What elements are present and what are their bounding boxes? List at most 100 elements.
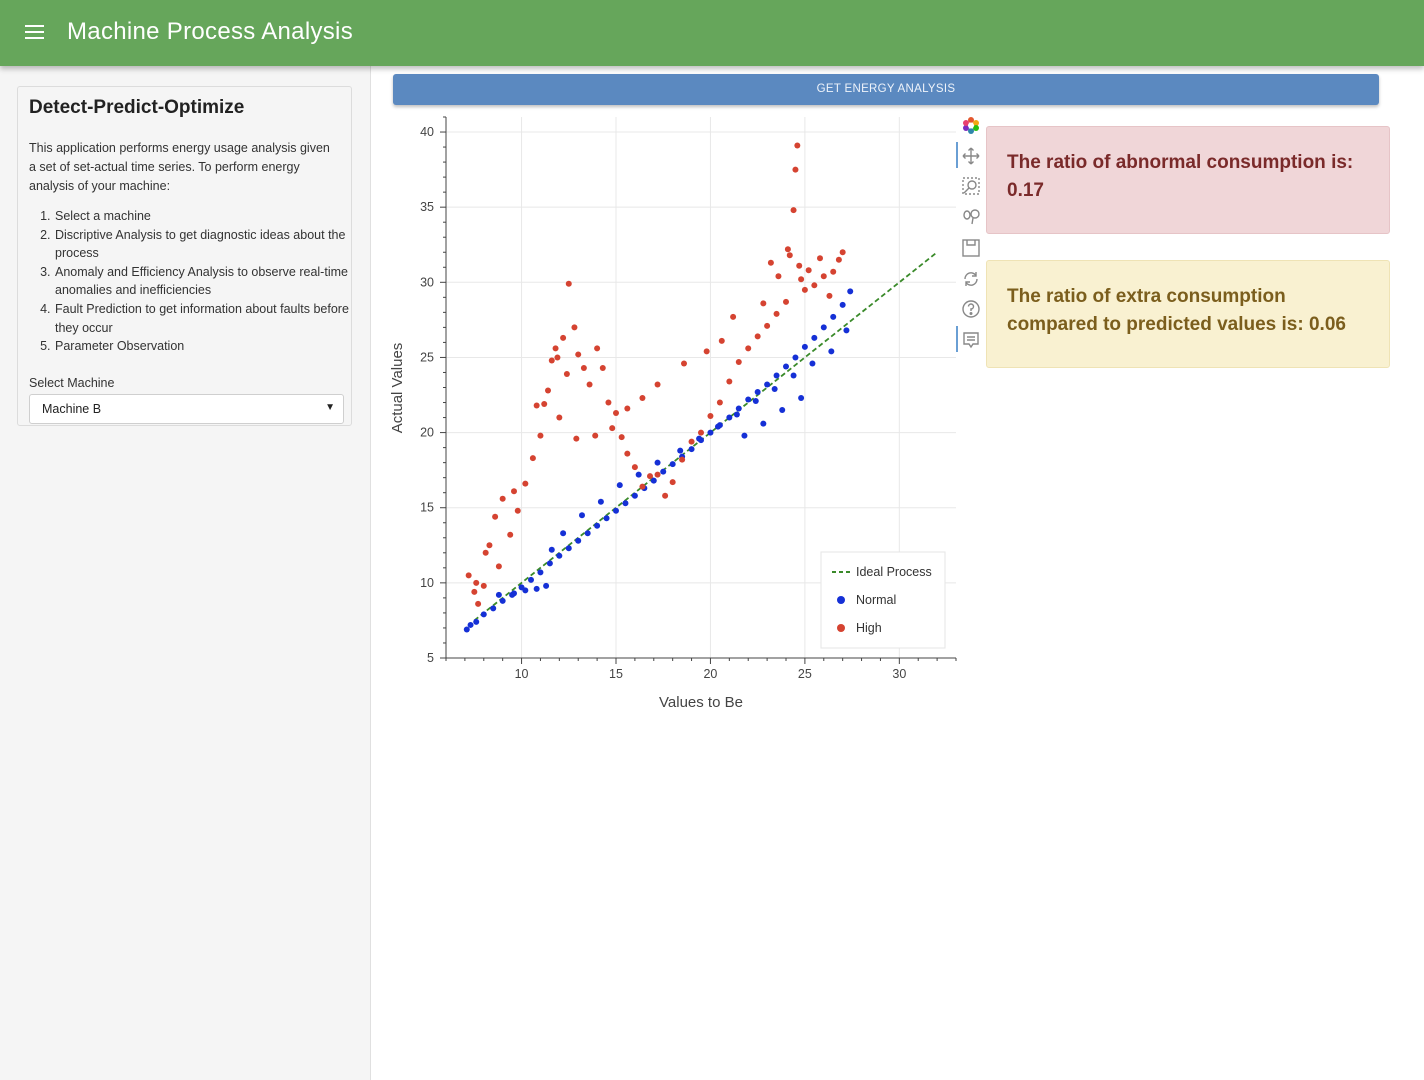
high-point bbox=[594, 345, 601, 352]
machine-select-value: Machine B bbox=[42, 402, 102, 416]
step-item: Parameter Observation bbox=[54, 337, 374, 356]
normal-point bbox=[631, 492, 638, 499]
high-point bbox=[790, 207, 797, 214]
y-tick-label: 30 bbox=[420, 275, 434, 289]
normal-point bbox=[830, 313, 837, 320]
high-point bbox=[473, 579, 480, 586]
normal-point bbox=[546, 560, 553, 567]
high-point bbox=[522, 480, 529, 487]
high-point bbox=[573, 435, 580, 442]
normal-point bbox=[660, 468, 667, 475]
scatter-plot[interactable]: 10 15 20 25 30 5 10 15 20 25 30 35 40 Values to Be A… bbox=[380, 110, 960, 720]
high-point bbox=[820, 273, 827, 280]
normal-point bbox=[499, 597, 506, 604]
pan-icon[interactable] bbox=[960, 145, 982, 167]
normal-point bbox=[522, 587, 529, 594]
normal-point bbox=[847, 288, 854, 295]
high-point bbox=[726, 378, 733, 385]
high-point bbox=[471, 588, 478, 595]
help-icon[interactable] bbox=[960, 298, 982, 320]
normal-point bbox=[613, 507, 619, 514]
normal-point bbox=[495, 591, 502, 598]
high-point bbox=[681, 360, 687, 367]
high-point bbox=[475, 600, 482, 607]
normal-point bbox=[622, 500, 629, 507]
high-point bbox=[805, 267, 812, 274]
high-point bbox=[533, 402, 540, 409]
normal-point bbox=[820, 324, 827, 331]
normal-point bbox=[560, 530, 567, 537]
high-point bbox=[639, 395, 646, 402]
y-tick-label: 35 bbox=[420, 200, 434, 214]
normal-point bbox=[565, 545, 572, 552]
high-point bbox=[830, 268, 837, 275]
get-energy-analysis-button[interactable]: GET ENERGY ANALYSIS bbox=[393, 74, 1379, 105]
y-tick-label: 15 bbox=[420, 501, 434, 515]
caret-down-icon: ▼ bbox=[325, 402, 335, 413]
normal-point bbox=[533, 585, 540, 592]
step-item: Select a machine bbox=[54, 207, 374, 226]
plot-toolbar bbox=[956, 112, 986, 362]
legend-swatch-high bbox=[837, 624, 845, 632]
high-point bbox=[482, 549, 489, 556]
y-tick-label: 25 bbox=[420, 350, 434, 364]
high-point bbox=[792, 166, 799, 173]
high-point bbox=[580, 364, 587, 371]
box-zoom-icon[interactable] bbox=[960, 175, 982, 197]
normal-point bbox=[669, 461, 676, 468]
high-point bbox=[662, 492, 669, 499]
normal-point bbox=[584, 530, 591, 537]
normal-point bbox=[779, 407, 786, 414]
hover-tool-active-indicator bbox=[956, 326, 958, 352]
high-point bbox=[760, 300, 767, 307]
app-title: Machine Process Analysis bbox=[67, 18, 353, 45]
extra-consumption-alert: The ratio of extra consumption compared … bbox=[986, 260, 1390, 368]
high-point bbox=[631, 464, 638, 471]
normal-point bbox=[809, 360, 816, 367]
bokeh-logo-icon[interactable] bbox=[960, 114, 982, 136]
y-tick-label: 10 bbox=[420, 576, 434, 590]
step-item: Anomaly and Efficiency Analysis to obser… bbox=[54, 263, 374, 300]
normal-point bbox=[798, 395, 805, 402]
high-point bbox=[639, 483, 646, 490]
high-point bbox=[605, 399, 612, 406]
high-point bbox=[764, 322, 771, 329]
high-point bbox=[775, 273, 782, 280]
high-point bbox=[703, 348, 710, 355]
machine-select[interactable]: Machine B ▼ bbox=[29, 394, 344, 424]
normal-point bbox=[828, 348, 835, 355]
high-point bbox=[563, 370, 570, 377]
hamburger-menu-icon[interactable] bbox=[25, 22, 47, 44]
high-point bbox=[669, 479, 676, 486]
x-axis-label: Values to Be bbox=[659, 694, 743, 711]
save-icon[interactable] bbox=[960, 237, 982, 259]
high-point bbox=[783, 298, 789, 305]
normal-point bbox=[760, 420, 767, 427]
normal-point bbox=[754, 389, 761, 396]
high-point bbox=[716, 399, 723, 406]
high-point bbox=[545, 387, 551, 394]
normal-point bbox=[543, 582, 550, 589]
hover-icon[interactable] bbox=[960, 329, 982, 351]
normal-point bbox=[783, 363, 789, 370]
normal-point bbox=[771, 386, 778, 393]
normal-point bbox=[715, 423, 721, 430]
scatter-plot-svg[interactable]: 10 15 20 25 30 5 10 15 20 25 30 35 40 Values to Be A… bbox=[380, 110, 960, 720]
app-header: Machine Process Analysis bbox=[0, 0, 1424, 66]
high-point bbox=[552, 345, 559, 352]
high-point bbox=[801, 286, 808, 293]
high-point bbox=[826, 292, 833, 299]
high-point bbox=[571, 324, 578, 331]
high-point bbox=[786, 252, 793, 259]
high-point bbox=[592, 432, 599, 439]
normal-point bbox=[579, 512, 585, 519]
high-point bbox=[835, 256, 842, 263]
normal-point bbox=[575, 537, 582, 544]
chart-legend: Ideal Process Normal High bbox=[820, 551, 946, 649]
reset-icon[interactable] bbox=[960, 268, 982, 290]
high-point bbox=[707, 413, 714, 420]
normal-point bbox=[597, 498, 604, 505]
high-point bbox=[560, 334, 567, 341]
high-point bbox=[480, 582, 487, 589]
wheel-zoom-icon[interactable] bbox=[960, 206, 982, 228]
